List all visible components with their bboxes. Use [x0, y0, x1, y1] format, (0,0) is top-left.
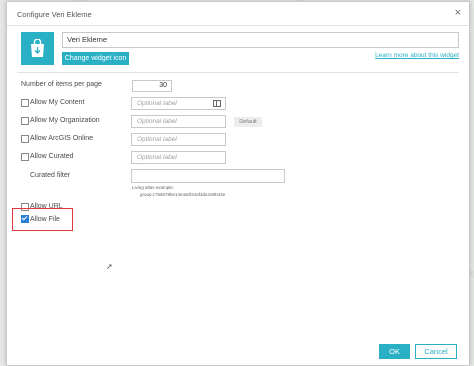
- allow-my-content-checkbox[interactable]: [21, 99, 29, 107]
- widget-bag-icon: [21, 32, 54, 65]
- dialog-title: Configure Veri Ekleme: [17, 10, 92, 19]
- default-button[interactable]: Default: [234, 117, 262, 127]
- widget-name-input[interactable]: Veri Ekleme: [62, 32, 459, 48]
- items-per-page-label: Number of items per page: [21, 81, 102, 88]
- change-widget-icon-button[interactable]: Change widget icon: [62, 52, 129, 65]
- allow-arcgis-online-label: Allow ArcGIS Online: [30, 135, 94, 142]
- my-content-label-input[interactable]: Optional label: [131, 97, 226, 110]
- my-organization-label-input[interactable]: Optional label: [131, 115, 226, 128]
- allow-my-organization-label: Allow My Organization: [30, 117, 100, 124]
- cancel-button[interactable]: Cancel: [415, 344, 457, 359]
- allow-curated-checkbox[interactable]: [21, 153, 29, 161]
- allow-file-highlight-box: [12, 208, 73, 231]
- allow-my-organization-checkbox[interactable]: [21, 117, 29, 125]
- curated-hint-example: group:c755678be14e4a0f44af3da199b43e: [140, 192, 226, 197]
- book-icon[interactable]: [213, 100, 221, 107]
- section-divider: [17, 72, 459, 73]
- curated-filter-input[interactable]: [131, 169, 285, 183]
- allow-my-content-label: Allow My Content: [30, 99, 85, 106]
- close-icon[interactable]: ×: [455, 7, 461, 19]
- curated-label-input[interactable]: Optional label: [131, 151, 226, 164]
- allow-arcgis-online-checkbox[interactable]: [21, 135, 29, 143]
- curated-hint-title: Living atlas example:: [132, 185, 175, 190]
- mouse-cursor-icon: ➚: [106, 262, 113, 271]
- allow-curated-label: Allow Curated: [30, 153, 74, 160]
- ok-button[interactable]: OK: [379, 344, 410, 359]
- learn-more-link[interactable]: Learn more about this widget: [375, 52, 459, 59]
- items-per-page-input[interactable]: 30: [132, 80, 172, 92]
- title-divider: [7, 25, 469, 26]
- widget-bag-glyph: [31, 39, 44, 57]
- arcgis-online-label-input[interactable]: Optional label: [131, 133, 226, 146]
- curated-filter-label: Curated filter: [30, 172, 71, 179]
- configure-widget-dialog: Configure Veri Ekleme × Veri Ekleme Chan…: [6, 1, 470, 366]
